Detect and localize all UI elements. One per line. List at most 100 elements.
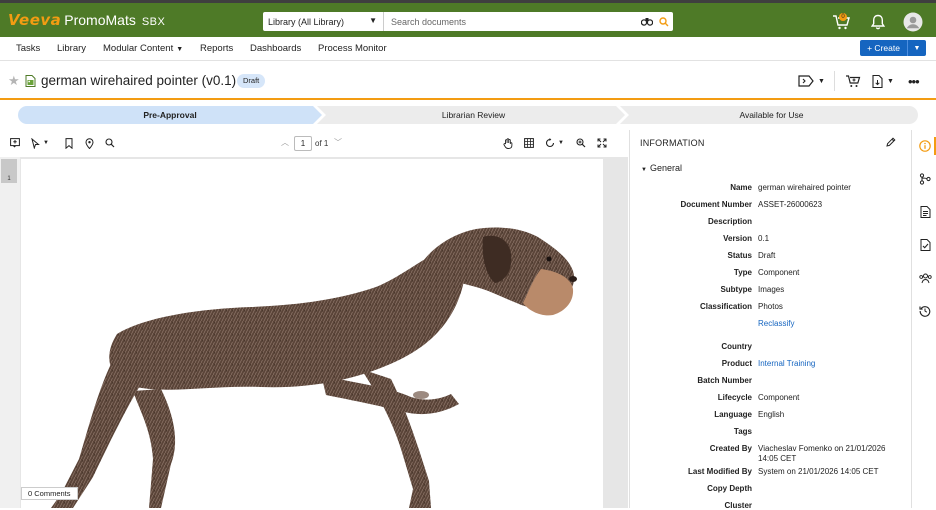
create-dropdown-button[interactable]: ▼ [908, 40, 926, 56]
field-value: Viacheslav Fomenko on 21/01/2026 14:05 C… [758, 444, 886, 463]
image-file-icon [25, 75, 36, 89]
rotate-button[interactable]: ▼ [545, 136, 564, 150]
grid-view-icon[interactable] [524, 136, 534, 150]
app-logo[interactable]: Veeva PromoMats SBX [8, 11, 165, 29]
lifecycle-step-available-for-use[interactable]: Available for Use [625, 106, 918, 124]
edit-pencil-icon[interactable] [886, 137, 896, 149]
nav-modular-content-label: Modular Content [103, 43, 174, 54]
nav-process-monitor[interactable]: Process Monitor [318, 43, 387, 54]
field-label: Subtype [720, 285, 752, 294]
nav-reports[interactable]: Reports [200, 43, 233, 54]
chevron-down-icon: ▼ [913, 44, 921, 52]
document-icon[interactable] [918, 205, 932, 219]
cart-button[interactable]: 0 [830, 11, 852, 33]
info-icon[interactable] [918, 139, 932, 153]
field-value: german wirehaired pointer [758, 183, 851, 192]
viewer-toolbar: ▼ ▼ [0, 130, 628, 156]
field-label: Name [730, 183, 752, 192]
bookmark-icon[interactable] [65, 136, 73, 150]
search-scope-dropdown[interactable]: Library (All Library) ▼ [263, 12, 384, 31]
field-value: Images [758, 285, 785, 294]
main-nav: Tasks Library Modular Content ▼ Reports D… [0, 37, 936, 61]
logo-veeva: Veeva [8, 11, 62, 29]
document-viewer: 1 [0, 157, 628, 508]
previous-page-icon[interactable]: ︿ [281, 137, 289, 148]
page-number-input[interactable]: 1 [294, 136, 312, 151]
chevron-down-icon: ▼ [818, 77, 825, 85]
field-label: Language [714, 410, 752, 419]
document-page[interactable] [21, 159, 603, 508]
create-button[interactable]: + Create [860, 40, 908, 56]
rotate-icon [545, 138, 555, 148]
cart-add-icon [846, 75, 861, 87]
global-search: Library (All Library) ▼ [263, 12, 673, 31]
nav-library[interactable]: Library [57, 43, 86, 54]
binder-menu-button[interactable]: ▼ [798, 72, 825, 90]
nav-dashboards[interactable]: Dashboards [250, 43, 301, 54]
workflow-icon[interactable] [918, 172, 932, 186]
reclassify-link[interactable]: Reclassify [758, 319, 898, 329]
zoom-in-icon[interactable] [576, 136, 586, 150]
field-label: Status [727, 251, 752, 260]
nav-tasks[interactable]: Tasks [16, 43, 40, 54]
lifecycle-step-pre-approval[interactable]: Pre-Approval [18, 106, 322, 124]
favorite-star-icon[interactable]: ★ [8, 74, 20, 87]
field-value: Component [758, 393, 800, 402]
pointer-icon [31, 137, 40, 149]
checklist-icon[interactable] [918, 238, 932, 252]
document-actions-button[interactable]: ▼ [872, 72, 894, 90]
add-to-cart-button[interactable] [845, 72, 861, 90]
logo-app-name: PromoMats [64, 12, 136, 28]
chevron-down-icon: ▼ [558, 140, 564, 146]
header-divider [834, 71, 835, 91]
field-value: Photos [758, 302, 783, 311]
history-icon[interactable] [918, 304, 932, 318]
people-icon[interactable] [918, 271, 932, 285]
page-thumbnail[interactable]: 1 [1, 159, 17, 183]
field-label: Cluster [724, 501, 752, 510]
section-general-toggle[interactable]: ▼ General [641, 163, 682, 173]
caret-down-icon: ▼ [641, 167, 647, 173]
information-panel: INFORMATION ▼ General Name german wirehai… [629, 130, 911, 510]
search-icon[interactable] [655, 14, 673, 30]
fullscreen-icon[interactable] [597, 136, 607, 150]
field-value: Draft [758, 251, 776, 260]
status-badge: Draft [237, 74, 266, 88]
chevron-down-icon: ▼ [887, 77, 894, 85]
bell-icon [871, 14, 885, 30]
field-label: Batch Number [697, 376, 752, 385]
environment-label: SBX [141, 16, 166, 28]
section-general-label: General [649, 163, 682, 173]
chevron-down-icon: ▼ [43, 140, 49, 146]
field-value: System on 21/01/2026 14:05 CET [758, 467, 879, 476]
more-options-icon[interactable]: ••• [908, 72, 920, 90]
field-label: Lifecycle [717, 393, 752, 402]
comments-button[interactable]: 0 Comments [21, 487, 78, 500]
user-avatar-button[interactable] [902, 11, 924, 33]
tag-arrow-icon [798, 75, 814, 87]
lifecycle-step-librarian-review[interactable]: Librarian Review [322, 106, 625, 124]
notifications-button[interactable] [867, 11, 889, 33]
field-label: Last Modified By [687, 467, 752, 476]
search-input[interactable] [384, 13, 639, 30]
thumbnail-page-number: 1 [7, 176, 11, 182]
top-bar: Veeva PromoMats SBX Library (All Library… [0, 0, 936, 37]
next-page-icon[interactable]: ﹀ [334, 137, 342, 148]
select-tool-button[interactable]: ▼ [31, 136, 49, 150]
field-label: Country [721, 342, 752, 351]
product-link[interactable]: Internal Training [758, 359, 898, 369]
chevron-down-icon: ▼ [176, 46, 184, 53]
field-label: Product [721, 359, 752, 368]
field-value: ASSET-26000623 [758, 200, 823, 209]
dog-image [51, 227, 577, 508]
search-icon[interactable] [105, 136, 115, 150]
thumbnail-rail: 1 [0, 157, 20, 508]
field-label: Description [707, 217, 752, 226]
binoculars-icon[interactable] [639, 14, 655, 30]
pan-hand-icon[interactable] [503, 136, 513, 150]
nav-modular-content[interactable]: Modular Content ▼ [103, 43, 183, 54]
annotate-icon[interactable] [10, 136, 20, 150]
document-header: ★ german wirehaired pointer (v0.1) Draft… [0, 61, 936, 100]
document-download-icon [872, 74, 883, 88]
location-pin-icon[interactable] [85, 136, 94, 150]
